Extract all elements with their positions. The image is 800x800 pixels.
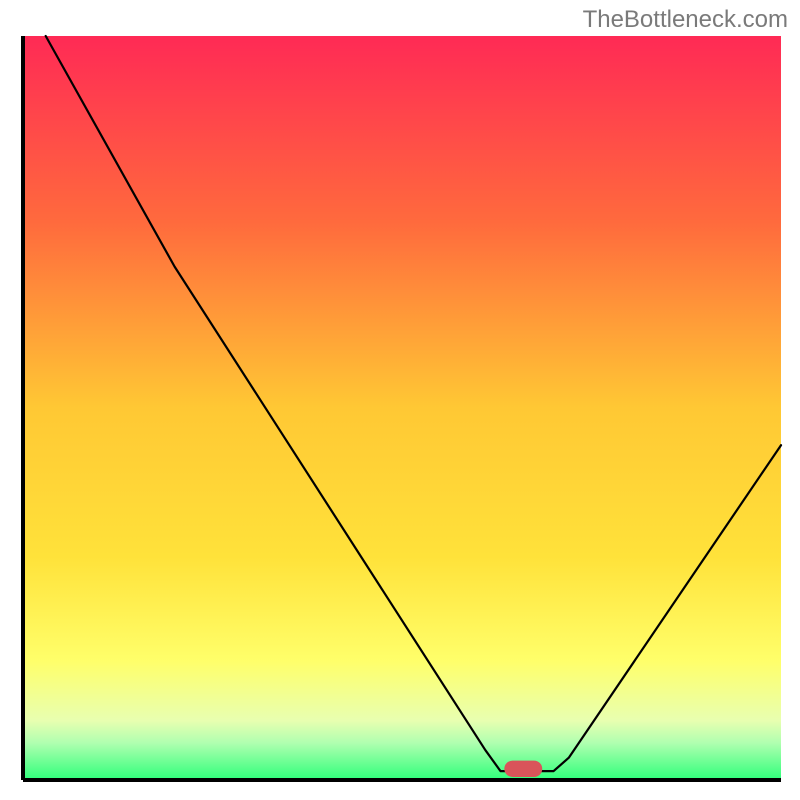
bottleneck-chart bbox=[0, 0, 800, 800]
watermark-text: TheBottleneck.com bbox=[583, 6, 788, 34]
chart-container: TheBottleneck.com bbox=[0, 0, 800, 800]
